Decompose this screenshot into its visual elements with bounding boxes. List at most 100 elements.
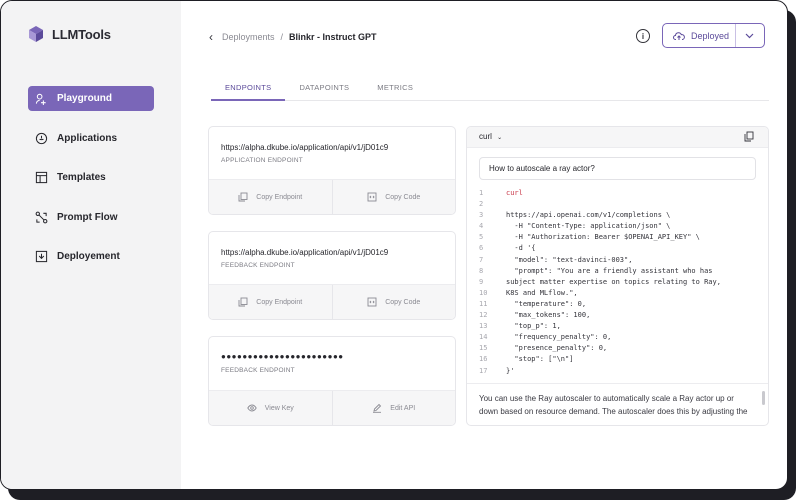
endpoint-actions: Copy Endpoint Copy Code	[209, 179, 455, 214]
endpoint-card-feedback: https://alpha.dkube.io/application/api/v…	[208, 231, 456, 320]
copy-icon[interactable]	[744, 131, 754, 142]
code-text: "top_p": 1,	[506, 322, 561, 331]
logo-icon	[28, 25, 44, 43]
edit-api-label: Edit API	[390, 404, 416, 412]
deployment-icon	[35, 250, 48, 263]
chevron-down-icon: ⌄	[497, 135, 503, 141]
edit-api-button[interactable]: Edit API	[331, 391, 456, 425]
line-number: 2	[479, 200, 484, 209]
line-number: 14	[479, 333, 488, 342]
answer-scrollbar[interactable]	[762, 391, 765, 405]
copy-icon	[238, 297, 248, 307]
sidebar-item-label: Applications	[57, 132, 118, 144]
playground-icon	[35, 93, 46, 105]
sidebar-item-label: Deployement	[57, 251, 120, 262]
code-text: https://api.openai.com/v1/completions \	[506, 211, 671, 220]
pencil-icon	[373, 403, 382, 413]
code-line: 10 K8S and MLflow.",	[467, 288, 768, 299]
code-line: 15 "presence_penalty": 0,	[467, 343, 768, 354]
copy-endpoint-label: Copy Endpoint	[256, 298, 303, 306]
code-line: 7 "model": "text-davinci-003",	[467, 255, 768, 266]
line-number: 3	[479, 211, 484, 220]
code-panel: curl ⌄ How to autoscale a ray actor? 1 cu…	[466, 126, 769, 426]
code-text: "prompt": "You are a friendly assistant …	[506, 266, 713, 275]
code-block: 1 curl 2 3 https://api.openai.com/v1/complet…	[467, 188, 768, 377]
sidebar-item-applications[interactable]: Applications	[28, 126, 154, 151]
deploy-dropdown-toggle[interactable]	[734, 24, 764, 47]
code-text: "max_tokens": 100,	[506, 311, 591, 320]
endpoint-card-api-key: ●●●●●●●●●●●●●●●●●●●●●●● FEEDBACK ENDPOIN…	[208, 336, 456, 426]
logo[interactable]: LLMTools	[28, 25, 111, 43]
endpoint-caption: APPLICATION ENDPOINT	[221, 157, 303, 164]
endpoint-url[interactable]: https://alpha.dkube.io/application/api/v…	[221, 248, 388, 257]
tab-bar: ENDPOINTS DATAPOINTS METRICS	[211, 81, 769, 101]
code-line: 3 https://api.openai.com/v1/completions \	[467, 210, 768, 221]
main-content: ‹ Deployments / Blinkr - Instruct GPT i …	[181, 1, 787, 489]
endpoint-card-application: https://alpha.dkube.io/application/api/v…	[208, 126, 456, 215]
sidebar-item-templates[interactable]: Templates	[28, 165, 154, 190]
chevron-down-icon	[745, 33, 754, 38]
answer-text: You can use the Ray autoscaler to automa…	[467, 383, 768, 425]
line-number: 6	[479, 244, 484, 253]
line-number: 15	[479, 344, 488, 353]
line-number: 13	[479, 322, 488, 331]
tab-endpoints[interactable]: ENDPOINTS	[211, 81, 286, 101]
copy-code-button[interactable]: Copy Code	[331, 285, 456, 319]
code-line: 4 -H "Content-Type: application/json" \	[467, 221, 768, 232]
code-line: 17 }'	[467, 366, 768, 377]
language-select[interactable]: curl ⌄	[479, 132, 502, 141]
deploy-button-main[interactable]: Deployed	[663, 24, 735, 47]
masked-api-key: ●●●●●●●●●●●●●●●●●●●●●●●	[221, 352, 344, 361]
copy-icon	[238, 192, 248, 202]
app-name: LLMTools	[52, 26, 111, 42]
line-number: 12	[479, 311, 488, 320]
code-text: "temperature": 0,	[506, 299, 587, 308]
view-key-label: View Key	[264, 404, 294, 412]
line-number: 4	[479, 222, 484, 231]
view-key-button[interactable]: View Key	[209, 391, 332, 425]
endpoint-url[interactable]: https://alpha.dkube.io/application/api/v…	[221, 143, 388, 152]
copy-code-label: Copy Code	[385, 193, 421, 201]
breadcrumb: ‹ Deployments / Blinkr - Instruct GPT	[209, 30, 377, 44]
line-number: 5	[479, 233, 484, 242]
line-number: 7	[479, 255, 484, 264]
info-icon[interactable]: i	[636, 29, 650, 43]
code-line: 13 "top_p": 1,	[467, 321, 768, 332]
sidebar-item-prompt-flow[interactable]: Prompt Flow	[28, 205, 154, 230]
breadcrumb-separator: /	[280, 32, 284, 42]
sidebar-nav: Playground Applications Templates Prompt…	[28, 86, 154, 284]
prompt-input[interactable]: How to autoscale a ray actor?	[479, 157, 756, 180]
endpoint-actions: View Key Edit API	[209, 390, 455, 425]
sidebar-item-playground[interactable]: Playground	[28, 86, 154, 111]
chevron-left-icon[interactable]: ‹	[209, 30, 213, 44]
language-label: curl	[479, 132, 492, 141]
endpoint-actions: Copy Endpoint Copy Code	[209, 284, 455, 319]
breadcrumb-parent[interactable]: Deployments	[222, 32, 275, 42]
code-text: -H "Authorization: Bearer $OPENAI_API_KE…	[506, 233, 700, 242]
line-number: 1	[479, 189, 484, 197]
line-number: 16	[479, 355, 488, 364]
deploy-button[interactable]: Deployed	[662, 23, 765, 48]
line-number: 9	[479, 277, 484, 286]
sidebar: LLMTools Playground Applications Templat…	[1, 1, 181, 489]
code-line: 9 subject matter expertise on topics rela…	[467, 277, 768, 288]
app-window: LLMTools Playground Applications Templat…	[0, 0, 788, 490]
templates-icon	[35, 171, 48, 184]
tab-metrics[interactable]: METRICS	[363, 81, 427, 101]
copy-endpoint-button[interactable]: Copy Endpoint	[209, 285, 332, 319]
code-line: 11 "temperature": 0,	[467, 299, 768, 310]
code-line: 6 -d '{	[467, 243, 768, 254]
copy-endpoint-button[interactable]: Copy Endpoint	[209, 180, 332, 214]
code-text: "frequency_penalty": 0,	[506, 333, 612, 342]
tab-datapoints[interactable]: DATAPOINTS	[285, 81, 363, 101]
line-number: 8	[479, 266, 484, 275]
code-line: 12 "max_tokens": 100,	[467, 310, 768, 321]
line-number: 17	[479, 366, 488, 375]
sidebar-item-deployement[interactable]: Deployement	[28, 244, 154, 269]
code-icon	[367, 192, 377, 202]
code-text: -H "Content-Type: application/json" \	[506, 222, 671, 231]
code-text: }'	[506, 366, 515, 375]
copy-code-button[interactable]: Copy Code	[331, 180, 456, 214]
copy-endpoint-label: Copy Endpoint	[256, 193, 303, 201]
